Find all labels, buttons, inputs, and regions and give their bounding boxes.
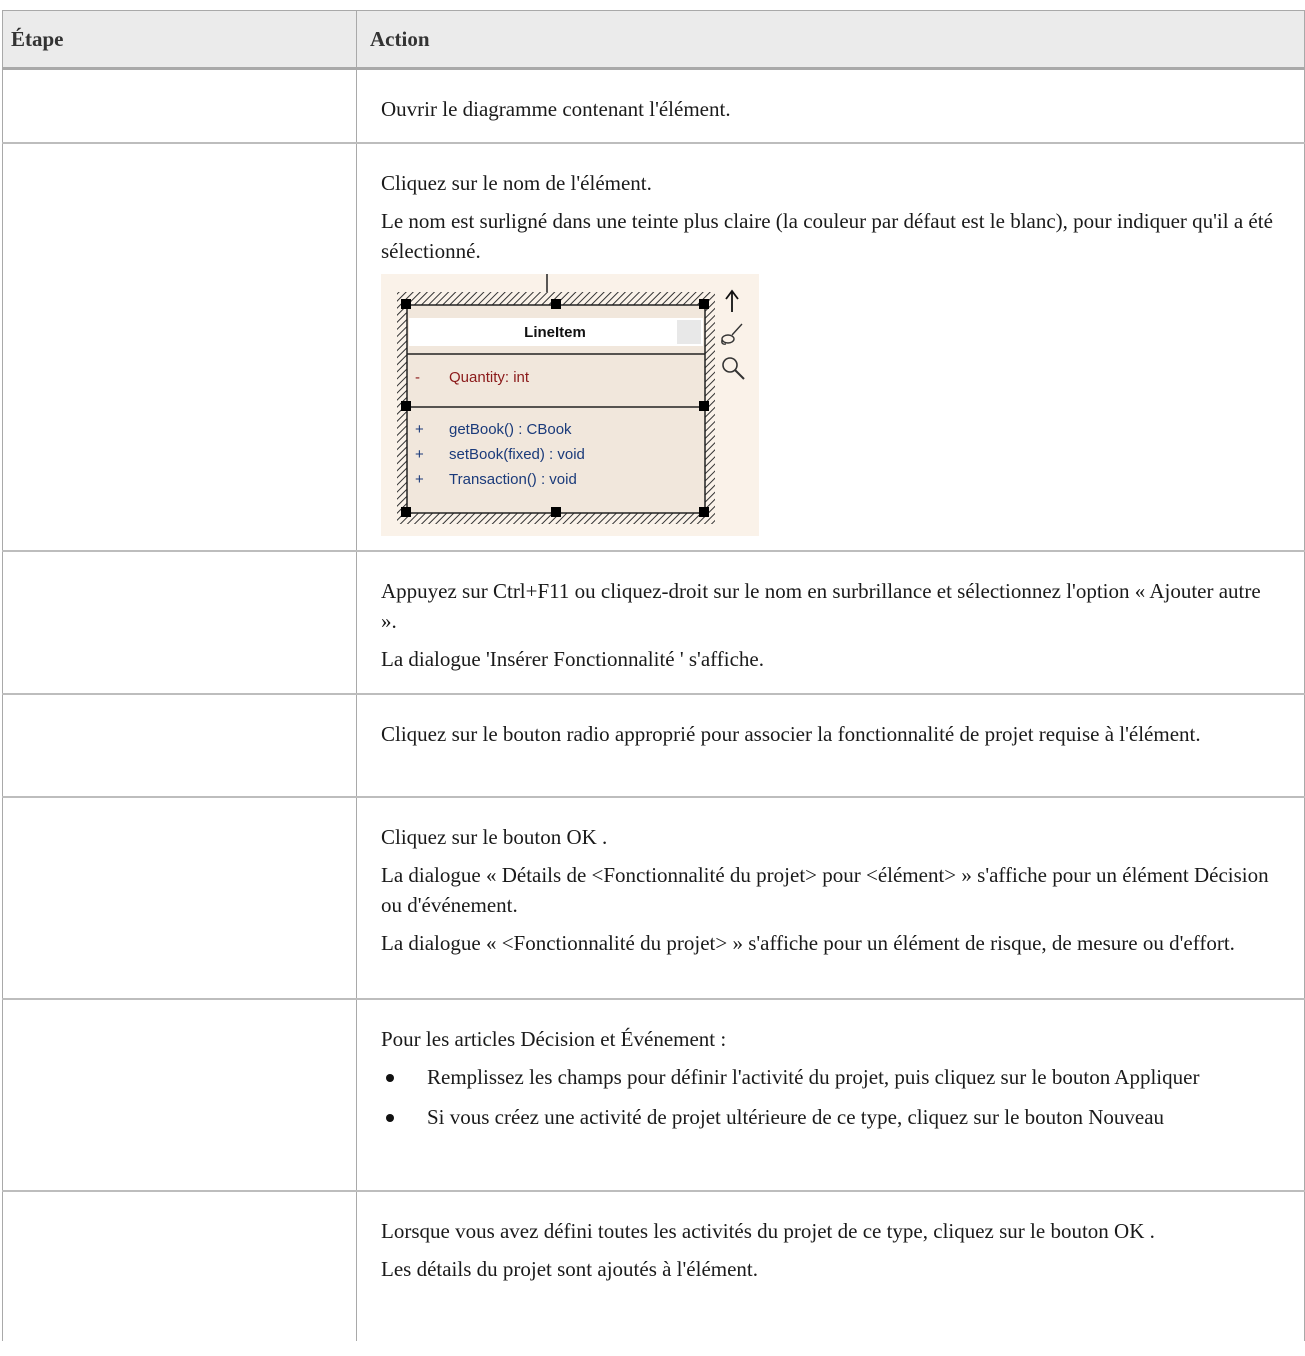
step-cell	[2, 1191, 357, 1341]
action-text: Les détails du projet sont ajoutés à l'é…	[381, 1257, 759, 1281]
action-cell: Appuyez sur Ctrl+F11 ou cliquez-droit su…	[356, 551, 1305, 695]
action-cell: Ouvrir le diagramme contenant l'élément.	[356, 68, 1305, 144]
action-text: La dialogue « Détails de <Fonctionnalité…	[381, 863, 1269, 917]
action-text: Cliquez sur le bouton OK .	[381, 825, 608, 849]
header-step: Étape	[2, 10, 357, 70]
action-text: Le nom est surligné dans une teinte plus…	[381, 209, 1273, 263]
operation-text[interactable]: setBook(fixed) : void	[449, 446, 585, 463]
table-row: Lorsque vous avez défini toutes les acti…	[2, 1191, 1305, 1341]
action-cell: Cliquez sur le nom de l'élément. Le nom …	[356, 143, 1305, 552]
table-row: Cliquez sur le nom de l'élément. Le nom …	[2, 143, 1305, 552]
name-highlight-edge	[677, 320, 701, 344]
table-row: Cliquez sur le bouton OK . La dialogue «…	[2, 797, 1305, 1000]
action-text: La dialogue 'Insérer Fonctionnalité ' s'…	[381, 647, 764, 671]
attribute-visibility: -	[415, 369, 420, 386]
step-cell	[2, 143, 357, 552]
operation-visibility: +	[415, 446, 424, 463]
action-text: Lorsque vous avez défini toutes les acti…	[381, 1219, 1155, 1243]
list-item: Si vous créez une activité de projet ult…	[381, 1102, 1274, 1132]
action-text: Appuyez sur Ctrl+F11 ou cliquez-droit su…	[381, 579, 1261, 633]
action-cell: Pour les articles Décision et Événement …	[356, 999, 1305, 1192]
action-text: La dialogue « <Fonctionnalité du projet>…	[381, 931, 1235, 955]
action-text: Ouvrir le diagramme contenant l'élément.	[381, 97, 731, 121]
table-row: Pour les articles Décision et Événement …	[2, 999, 1305, 1192]
table-row: Appuyez sur Ctrl+F11 ou cliquez-droit su…	[2, 551, 1305, 695]
table-row: Ouvrir le diagramme contenant l'élément.	[2, 68, 1305, 144]
table-row: Cliquez sur le bouton radio approprié po…	[2, 694, 1305, 798]
operation-text[interactable]: getBook() : CBook	[449, 421, 572, 438]
bullet-list: Remplissez les champs pour définir l'act…	[381, 1062, 1274, 1132]
step-cell	[2, 797, 357, 1000]
class-element-diagram: LineItem - Quantity: int + getBook() : C…	[381, 274, 759, 536]
action-text: Pour les articles Décision et Événement …	[381, 1027, 727, 1051]
step-cell	[2, 68, 357, 144]
operation-text[interactable]: Transaction() : void	[449, 471, 577, 488]
table-header-row: Étape Action	[2, 10, 1305, 70]
action-text: Cliquez sur le nom de l'élément.	[381, 171, 652, 195]
action-cell: Cliquez sur le bouton OK . La dialogue «…	[356, 797, 1305, 1000]
step-cell	[2, 999, 357, 1192]
action-text: Cliquez sur le bouton radio approprié po…	[381, 722, 1201, 746]
operation-visibility: +	[415, 421, 424, 438]
list-item: Remplissez les champs pour définir l'act…	[381, 1062, 1274, 1092]
header-action: Action	[356, 10, 1305, 70]
step-cell	[2, 694, 357, 798]
attribute-text[interactable]: Quantity: int	[449, 369, 530, 386]
steps-table: Étape Action Ouvrir le diagramme contena…	[2, 10, 1305, 1341]
step-cell	[2, 551, 357, 695]
action-cell: Lorsque vous avez défini toutes les acti…	[356, 1191, 1305, 1341]
action-cell: Cliquez sur le bouton radio approprié po…	[356, 694, 1305, 798]
class-name[interactable]: LineItem	[524, 324, 586, 341]
operation-visibility: +	[415, 471, 424, 488]
